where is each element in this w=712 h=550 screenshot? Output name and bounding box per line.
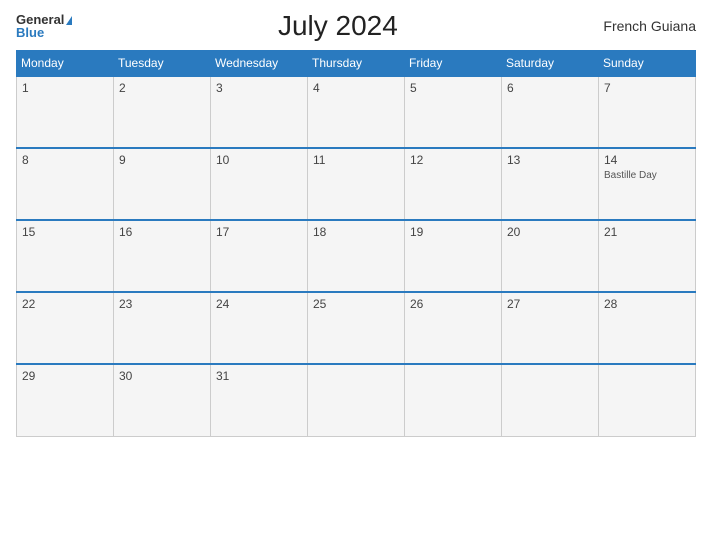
day-cell-w1d5: 5 xyxy=(405,76,502,148)
day-cell-w1d4: 4 xyxy=(308,76,405,148)
week-row-3: 15 16 17 18 19 20 21 xyxy=(17,220,696,292)
weekday-header-row: Monday Tuesday Wednesday Thursday Friday… xyxy=(17,51,696,77)
calendar-thead: Monday Tuesday Wednesday Thursday Friday… xyxy=(17,51,696,77)
logo: General Blue xyxy=(16,13,72,39)
day-number: 10 xyxy=(216,153,302,167)
day-cell-w4d4: 25 xyxy=(308,292,405,364)
day-cell-w4d5: 26 xyxy=(405,292,502,364)
day-cell-w2d1: 8 xyxy=(17,148,114,220)
day-cell-w1d1: 1 xyxy=(17,76,114,148)
day-number: 29 xyxy=(22,369,108,383)
day-number: 24 xyxy=(216,297,302,311)
day-cell-w3d3: 17 xyxy=(211,220,308,292)
day-cell-w3d4: 18 xyxy=(308,220,405,292)
day-number: 2 xyxy=(119,81,205,95)
day-number: 20 xyxy=(507,225,593,239)
day-number: 7 xyxy=(604,81,690,95)
calendar-container: General Blue July 2024 French Guiana Mon… xyxy=(0,0,712,550)
day-cell-w1d3: 3 xyxy=(211,76,308,148)
day-number: 3 xyxy=(216,81,302,95)
day-cell-w4d3: 24 xyxy=(211,292,308,364)
weekday-tuesday: Tuesday xyxy=(114,51,211,77)
logo-blue-text: Blue xyxy=(16,26,72,39)
day-cell-w3d1: 15 xyxy=(17,220,114,292)
day-cell-w5d1: 29 xyxy=(17,364,114,436)
day-cell-w3d7: 21 xyxy=(599,220,696,292)
day-cell-w3d5: 19 xyxy=(405,220,502,292)
day-cell-w5d4 xyxy=(308,364,405,436)
day-number: 30 xyxy=(119,369,205,383)
day-cell-w1d7: 7 xyxy=(599,76,696,148)
day-cell-w2d7: 14 Bastille Day xyxy=(599,148,696,220)
calendar-header: General Blue July 2024 French Guiana xyxy=(16,10,696,42)
day-cell-w1d6: 6 xyxy=(502,76,599,148)
day-cell-w2d3: 10 xyxy=(211,148,308,220)
day-number: 15 xyxy=(22,225,108,239)
day-number: 13 xyxy=(507,153,593,167)
day-number: 16 xyxy=(119,225,205,239)
day-cell-w4d6: 27 xyxy=(502,292,599,364)
day-cell-w5d7 xyxy=(599,364,696,436)
week-row-4: 22 23 24 25 26 27 28 xyxy=(17,292,696,364)
weekday-monday: Monday xyxy=(17,51,114,77)
weekday-saturday: Saturday xyxy=(502,51,599,77)
day-number: 17 xyxy=(216,225,302,239)
day-cell-w5d5 xyxy=(405,364,502,436)
day-number: 18 xyxy=(313,225,399,239)
week-row-2: 89 10 11 12 13 14 Bastille Day xyxy=(17,148,696,220)
day-cell-w2d4: 11 xyxy=(308,148,405,220)
day-number: 6 xyxy=(507,81,593,95)
day-cell-w2d2: 9 xyxy=(114,148,211,220)
weekday-thursday: Thursday xyxy=(308,51,405,77)
week-row-1: 1234567 xyxy=(17,76,696,148)
calendar-table: Monday Tuesday Wednesday Thursday Friday… xyxy=(16,50,696,437)
day-cell-w2d5: 12 xyxy=(405,148,502,220)
day-cell-w5d3: 31 xyxy=(211,364,308,436)
weekday-friday: Friday xyxy=(405,51,502,77)
day-cell-w5d2: 30 xyxy=(114,364,211,436)
day-number: 8 xyxy=(22,153,108,167)
logo-triangle-icon xyxy=(66,16,72,25)
calendar-title: July 2024 xyxy=(278,10,398,42)
day-number: 19 xyxy=(410,225,496,239)
day-number: 27 xyxy=(507,297,593,311)
day-number: 21 xyxy=(604,225,690,239)
day-number: 26 xyxy=(410,297,496,311)
day-cell-w4d2: 23 xyxy=(114,292,211,364)
week-row-5: 29 30 31 xyxy=(17,364,696,436)
calendar-body: 1234567891011121314Bastille Day151617181… xyxy=(17,76,696,436)
day-number: 5 xyxy=(410,81,496,95)
day-number: 1 xyxy=(22,81,108,95)
weekday-sunday: Sunday xyxy=(599,51,696,77)
day-cell-w3d6: 20 xyxy=(502,220,599,292)
weekday-wednesday: Wednesday xyxy=(211,51,308,77)
day-cell-w4d1: 22 xyxy=(17,292,114,364)
day-number: 22 xyxy=(22,297,108,311)
day-cell-w3d2: 16 xyxy=(114,220,211,292)
day-number: 11 xyxy=(313,153,399,167)
day-number: 25 xyxy=(313,297,399,311)
day-number: 28 xyxy=(604,297,690,311)
day-event: Bastille Day xyxy=(604,170,657,181)
day-cell-w2d6: 13 xyxy=(502,148,599,220)
day-cell-w5d6 xyxy=(502,364,599,436)
day-number: 14 xyxy=(604,153,690,167)
day-number: 31 xyxy=(216,369,302,383)
day-number: 9 xyxy=(119,153,205,167)
day-cell-w1d2: 2 xyxy=(114,76,211,148)
day-cell-w4d7: 28 xyxy=(599,292,696,364)
day-number: 4 xyxy=(313,81,399,95)
day-number: 12 xyxy=(410,153,496,167)
calendar-region: French Guiana xyxy=(603,18,696,34)
day-number: 23 xyxy=(119,297,205,311)
